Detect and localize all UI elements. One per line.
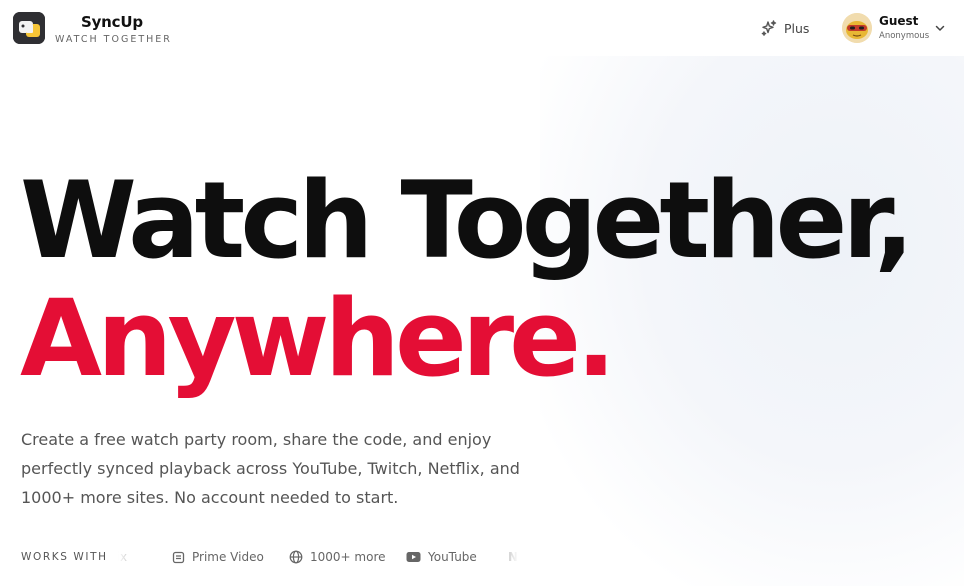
works-with-label: WORKS WITH xyxy=(21,551,108,563)
user-menu[interactable]: Guest Anonymous xyxy=(842,11,952,45)
platform-item-netflix[interactable]: Netflix xyxy=(118,550,127,564)
brand-name: SyncUp xyxy=(81,13,143,31)
avatar xyxy=(842,13,872,43)
platform-label: N xyxy=(508,550,518,564)
prime-video-icon xyxy=(172,551,185,563)
hero-title-line1: Watch Together, xyxy=(20,159,914,282)
plus-label: Plus xyxy=(784,20,810,36)
platform-label: Prime Video xyxy=(192,550,264,564)
platform-item-netflix-repeat[interactable]: N xyxy=(508,550,518,564)
platform-label: YouTube xyxy=(428,550,477,564)
chevron-down-icon xyxy=(935,25,945,31)
platform-item-prime-video[interactable]: Prime Video xyxy=(172,550,264,564)
platform-item-more[interactable]: 1000+ more xyxy=(289,550,386,564)
platform-label: 1000+ more xyxy=(310,550,386,564)
app-logo-icon[interactable] xyxy=(13,12,45,44)
user-status: Anonymous xyxy=(879,31,930,41)
platform-item-youtube[interactable]: YouTube xyxy=(406,550,477,564)
plus-button[interactable]: Plus xyxy=(760,17,809,39)
hero-description: Create a free watch party room, share th… xyxy=(21,430,520,507)
globe-icon xyxy=(289,550,303,564)
hero-title-line2: Anywhere. xyxy=(20,277,616,400)
top-header: SyncUp WATCH TOGETHER Plus Guest Anonymo… xyxy=(0,0,964,56)
user-name: Guest xyxy=(879,14,919,28)
youtube-icon xyxy=(406,552,421,562)
brand-tagline: WATCH TOGETHER xyxy=(55,34,172,45)
sparkles-icon xyxy=(761,20,777,36)
platform-label: Netflix xyxy=(118,550,128,564)
platform-marquee: Netflix Prime Video 1000+ more YouTube xyxy=(118,546,518,570)
